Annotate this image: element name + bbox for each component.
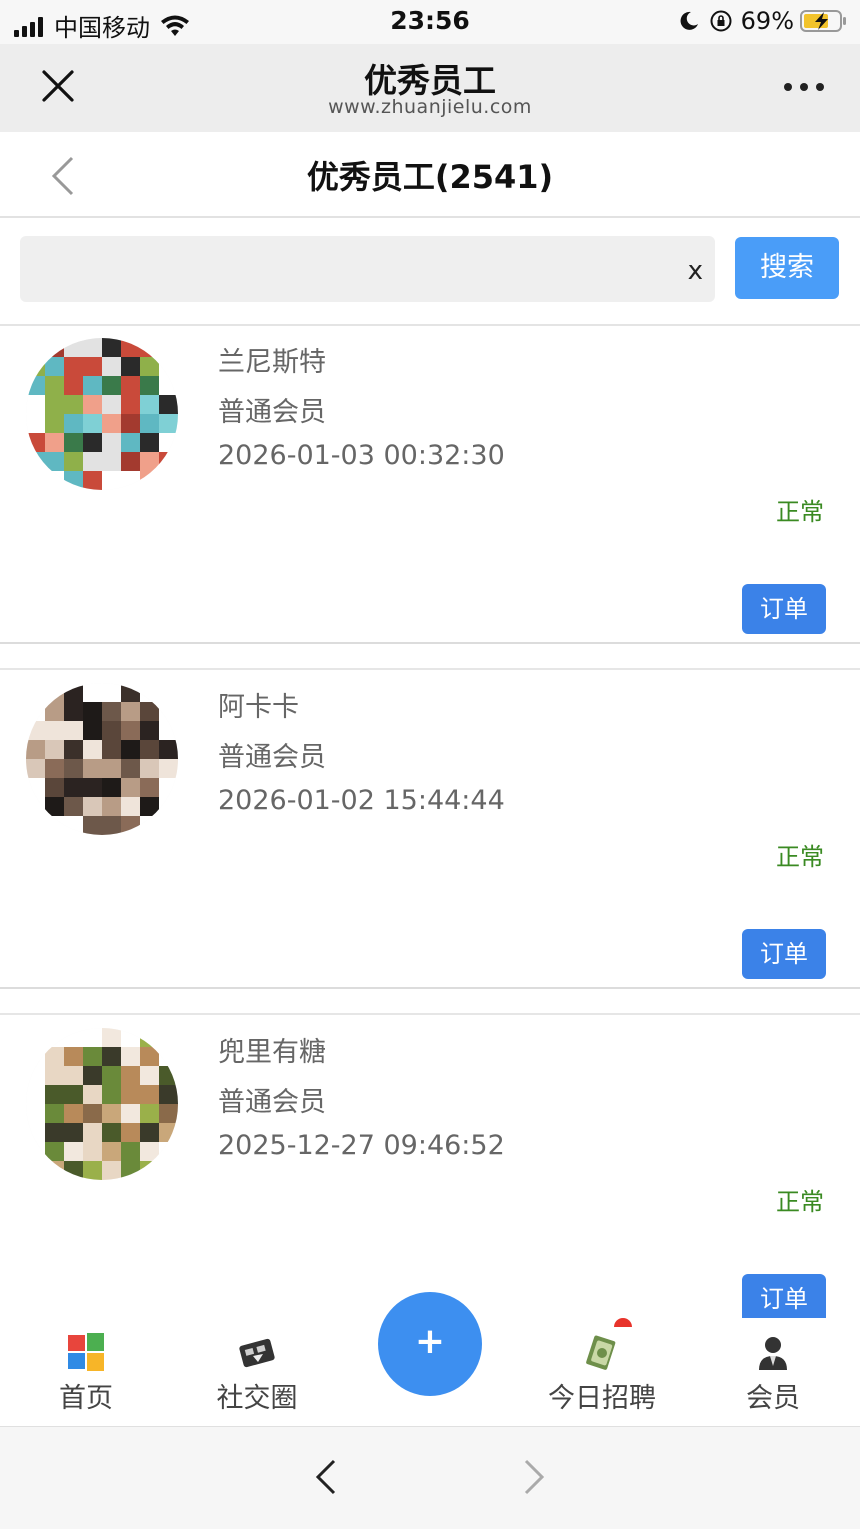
- search-bar: x 搜索: [0, 218, 860, 326]
- nav-item-home[interactable]: 首页: [26, 1332, 146, 1415]
- employee-card[interactable]: 阿卡卡 普通会员 2026-01-02 15:44:44 正常 订单: [0, 671, 860, 989]
- employee-name: 兜里有糖: [218, 1037, 326, 1068]
- nav-label-social: 社交圈: [216, 1383, 298, 1414]
- webview-url: www.zhuanjielu.com: [328, 96, 532, 118]
- employee-name: 阿卡卡: [218, 692, 299, 723]
- user-icon: [759, 1337, 787, 1370]
- add-button[interactable]: +: [378, 1292, 482, 1396]
- browser-toolbar: [0, 1426, 860, 1529]
- employee-card[interactable]: 兜里有糖 普通会员 2025-12-27 09:46:52 正常 订单: [0, 1016, 860, 1334]
- battery-charging-icon: [800, 10, 846, 32]
- rotation-lock-icon: [710, 10, 732, 32]
- nav-item-member[interactable]: 会员: [713, 1332, 833, 1415]
- money-icon: [586, 1335, 616, 1370]
- battery-percent: 69%: [740, 7, 794, 35]
- member-level: 普通会员: [218, 1087, 326, 1118]
- status-right: 69%: [677, 7, 848, 35]
- avatar: [26, 1028, 178, 1180]
- webview-header: 优秀员工 www.zhuanjielu.com: [0, 44, 860, 132]
- order-button[interactable]: 订单: [742, 929, 826, 979]
- avatar: [26, 338, 178, 490]
- list-separator: [0, 989, 860, 1015]
- employee-name: 兰尼斯特: [218, 347, 326, 378]
- nav-item-jobs[interactable]: 今日招聘: [542, 1332, 662, 1415]
- member-level: 普通会员: [218, 397, 326, 428]
- page-title: 优秀员工(2541): [306, 158, 554, 196]
- windows-icon: [68, 1333, 104, 1371]
- join-date: 2025-12-27 09:46:52: [218, 1130, 505, 1161]
- status-bar: 中国移动 23:56 69%: [0, 0, 860, 44]
- film-reel-icon: [239, 1338, 275, 1368]
- nav-label-jobs: 今日招聘: [548, 1383, 656, 1414]
- order-button[interactable]: 订单: [742, 584, 826, 634]
- avatar-image: [26, 338, 178, 490]
- list-separator: [0, 644, 860, 670]
- more-options-icon[interactable]: [784, 74, 824, 100]
- moon-icon: [680, 11, 698, 30]
- notification-badge: [614, 1318, 632, 1327]
- browser-forward-icon[interactable]: [520, 1457, 550, 1497]
- avatar-image: [26, 683, 178, 835]
- order-button[interactable]: 订单: [742, 1274, 826, 1324]
- nav-item-social[interactable]: 社交圈: [197, 1332, 317, 1415]
- clear-search-button[interactable]: x: [688, 256, 703, 286]
- status-label: 正常: [776, 1188, 824, 1216]
- search-field: x: [20, 236, 715, 302]
- search-input[interactable]: [36, 236, 676, 302]
- avatar: [26, 683, 178, 835]
- avatar-image: [26, 1028, 178, 1180]
- webview-title: 优秀员工: [364, 61, 496, 100]
- status-label: 正常: [776, 498, 824, 526]
- join-date: 2026-01-02 15:44:44: [218, 785, 505, 816]
- status-label: 正常: [776, 843, 824, 871]
- browser-back-icon[interactable]: [310, 1457, 340, 1497]
- nav-label-member: 会员: [746, 1383, 800, 1414]
- search-button[interactable]: 搜索: [735, 237, 839, 299]
- join-date: 2026-01-03 00:32:30: [218, 440, 505, 471]
- bottom-nav: 首页 社交圈 + 今日招聘 会员: [0, 1292, 860, 1426]
- page-header: 优秀员工(2541): [0, 132, 860, 218]
- nav-label-home: 首页: [59, 1383, 113, 1414]
- employee-card[interactable]: 兰尼斯特 普通会员 2026-01-03 00:32:30 正常 订单: [0, 326, 860, 644]
- member-level: 普通会员: [218, 742, 326, 773]
